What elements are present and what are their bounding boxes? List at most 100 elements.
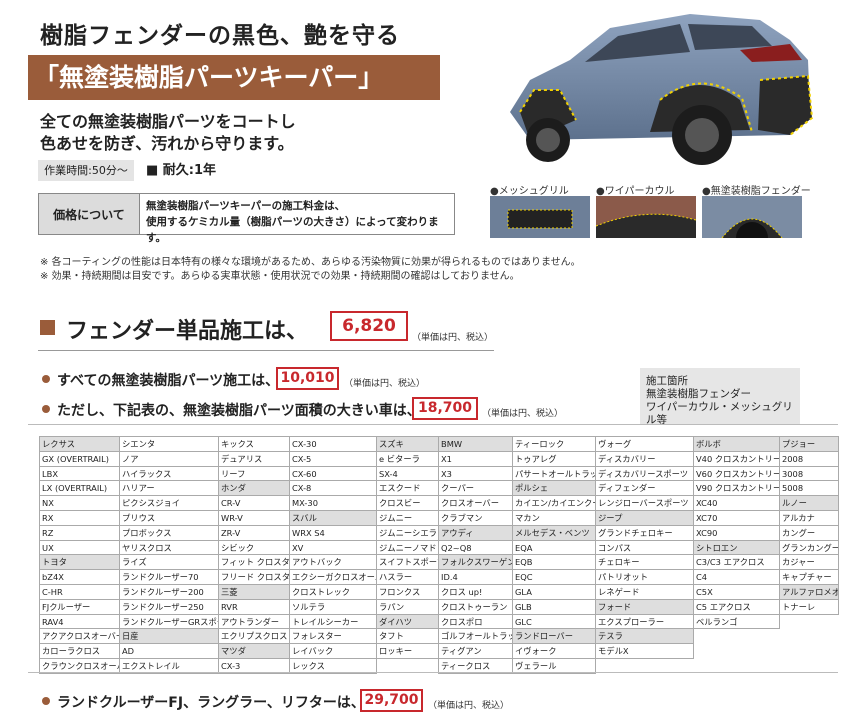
car-model-cell: シビック: [218, 539, 290, 556]
car-model-cell: クロスポロ: [438, 613, 513, 630]
car-model-cell: ハリアー: [119, 480, 219, 497]
car-model-cell: X1: [438, 450, 513, 467]
car-model-cell: LBX: [39, 465, 120, 482]
car-model-cell: ハスラー: [376, 569, 439, 585]
car-model-cell: ヴォーグ: [595, 436, 694, 452]
car-model-cell: V60 クロスカントリー: [693, 465, 780, 482]
car-model-cell: エクリプスクロス: [218, 628, 290, 645]
car-model-cell: ジムニー: [376, 509, 439, 526]
car-table-column: レクサス GX (OVERTRAIL) LBX LX (OVERTRAIL) NX RX R…: [39, 436, 120, 674]
all-parts-label: すべての無塗装樹脂パーツ施工は、: [57, 373, 280, 389]
car-model-cell: AD: [119, 643, 219, 659]
large-cars-unit: （単価は円、税込）: [482, 409, 564, 419]
car-model-cell: UX: [39, 539, 120, 556]
car-model-cell: シエンタ: [119, 436, 219, 452]
car-model-cell: アクアクロスオーバー: [39, 628, 120, 645]
car-table-column: ティーロックトゥアレグパサートオールトラックポルシェカイエン/カイエンクーペマカ…: [512, 436, 596, 674]
maker-header-cell: シトロエン: [693, 539, 780, 556]
car-model-cell: ジムニーノマド: [376, 539, 439, 556]
extra-large-unit: （単価は円、税込）: [428, 701, 510, 711]
car-table-column: プジョー 2008 3008 5008 ルノー アルカナ カングー グランカングー カジャー キャ…: [779, 436, 839, 674]
car-table-column: CX-30 CX-5 CX-60 CX-8 MX-30 スバル WRX S4 XV アウトバック…: [289, 436, 377, 674]
car-model-cell: C5 エアクロス: [693, 598, 780, 615]
car-model-cell: キックス: [218, 436, 290, 452]
car-model-cell: LX (OVERTRAIL): [39, 480, 120, 497]
car-model-cell: フィット クロスター: [218, 554, 290, 571]
car-model-cell: X3: [438, 465, 513, 482]
car-model-cell: GX (OVERTRAIL): [39, 450, 120, 467]
description-line-2: 色あせを防ぎ、汚れから守ります。: [40, 134, 294, 153]
car-table-column: ボルボ V40 クロスカントリー V60 クロスカントリー V90 クロスカントリー X…: [693, 436, 780, 674]
car-model-cell: ラパン: [376, 598, 439, 615]
car-model-cell: ソルテラ: [289, 598, 377, 615]
car-model-cell: トレイルシーカー: [289, 613, 377, 630]
car-model-cell: XC70: [693, 509, 780, 526]
table-frame-bottom: [28, 672, 838, 673]
extra-large-label: ランドクルーザーFJ、ラングラー、リフターは、: [57, 695, 365, 711]
durability-text: ■ 耐久:1年: [146, 163, 217, 178]
car-model-cell: ディスカバリー: [595, 450, 694, 467]
car-model-cell: カングー: [779, 524, 839, 541]
car-model-cell: Q2~Q8: [438, 539, 513, 556]
car-model-cell: クロス up!: [438, 583, 513, 600]
treatment-area-title: 施工箇所: [646, 375, 688, 387]
car-model-cell: EQA: [512, 539, 596, 556]
car-model-cell: RVR: [218, 598, 290, 615]
car-model-cell: ヤリスクロス: [119, 539, 219, 556]
treatment-area-line-1: 無塗装樹脂フェンダー: [646, 388, 751, 400]
car-model-cell: XC40: [693, 495, 780, 511]
car-model-cell: MX-30: [289, 495, 377, 511]
car-model-cell: カイエン/カイエンクーペ: [512, 495, 596, 511]
car-model-cell: CX-60: [289, 465, 377, 482]
car-model-cell: WR-V: [218, 509, 290, 526]
car-model-cell: ティーロック: [512, 436, 596, 452]
car-model-cell: トナーレ: [779, 598, 839, 615]
car-model-cell: ピクシスジョイ: [119, 495, 219, 511]
maker-header-cell: レクサス: [39, 436, 120, 452]
car-model-cell: ゴルフオールトラック: [438, 628, 513, 645]
wiper-cowl-photo: [596, 196, 696, 238]
car-model-cell: V90 クロスカントリー: [693, 480, 780, 497]
car-model-cell: GLA: [512, 583, 596, 600]
car-model-cell: クロストレック: [289, 583, 377, 600]
car-model-cell: RAV4: [39, 613, 120, 630]
price-info-box: 価格について 無塗装樹脂パーツキーパーの施工料金は、 使用するケミカル量（樹脂パ…: [38, 193, 455, 244]
all-parts-unit: （単価は円、税込）: [344, 379, 426, 389]
price-info-text: 無塗装樹脂パーツキーパーの施工料金は、 使用するケミカル量（樹脂パーツの大きさ）…: [140, 194, 454, 244]
car-model-cell: RX: [39, 509, 120, 526]
maker-header-cell: ポルシェ: [512, 480, 596, 497]
page-title: 樹脂フェンダーの黒色、艶を守る: [40, 23, 400, 49]
car-model-cell: レイバック: [289, 643, 377, 659]
car-model-cell: ノア: [119, 450, 219, 467]
product-name-banner: 「無塗装樹脂パーツキーパー」: [28, 55, 440, 100]
car-model-cell: フォレスター: [289, 628, 377, 645]
car-model-cell: イヴォーク: [512, 643, 596, 659]
price-info-line-1: 無塗装樹脂パーツキーパーの施工料金は、: [146, 200, 346, 212]
car-model-cell: グランドチェロキー: [595, 524, 694, 541]
car-model-cell: FJクルーザー: [39, 598, 120, 615]
fender-single-price: 6,820: [330, 311, 408, 341]
bullet-icon: [42, 375, 50, 383]
car-model-cell: XV: [289, 539, 377, 556]
price-info-label: 価格について: [39, 194, 140, 234]
treatment-area-box: 施工箇所 無塗装樹脂フェンダー ワイパーカウル・メッシュグリル等: [640, 368, 800, 426]
car-model-cell: フロンクス: [376, 583, 439, 600]
car-model-cell: WRX S4: [289, 524, 377, 541]
large-cars-price: 18,700: [412, 397, 478, 420]
extra-large-price: 29,700: [360, 689, 423, 712]
car-model-cell: CR-V: [218, 495, 290, 511]
mesh-grill-photo: [490, 196, 590, 238]
car-model-cell: bZ4X: [39, 569, 120, 585]
car-model-cell: ジムニーシエラ: [376, 524, 439, 541]
car-model-cell: CX-30: [289, 436, 377, 452]
car-model-cell: ライズ: [119, 554, 219, 571]
maker-header-cell: 日産: [119, 628, 219, 645]
car-model-cell: GLB: [512, 598, 596, 615]
car-model-cell: プリウス: [119, 509, 219, 526]
car-model-cell: C4: [693, 569, 780, 585]
car-model-cell: チェロキー: [595, 554, 694, 571]
car-model-cell: コンパス: [595, 539, 694, 556]
car-model-cell: トゥアレグ: [512, 450, 596, 467]
car-model-cell: カローラクロス: [39, 643, 120, 659]
car-model-cell: エクスプローラー: [595, 613, 694, 630]
